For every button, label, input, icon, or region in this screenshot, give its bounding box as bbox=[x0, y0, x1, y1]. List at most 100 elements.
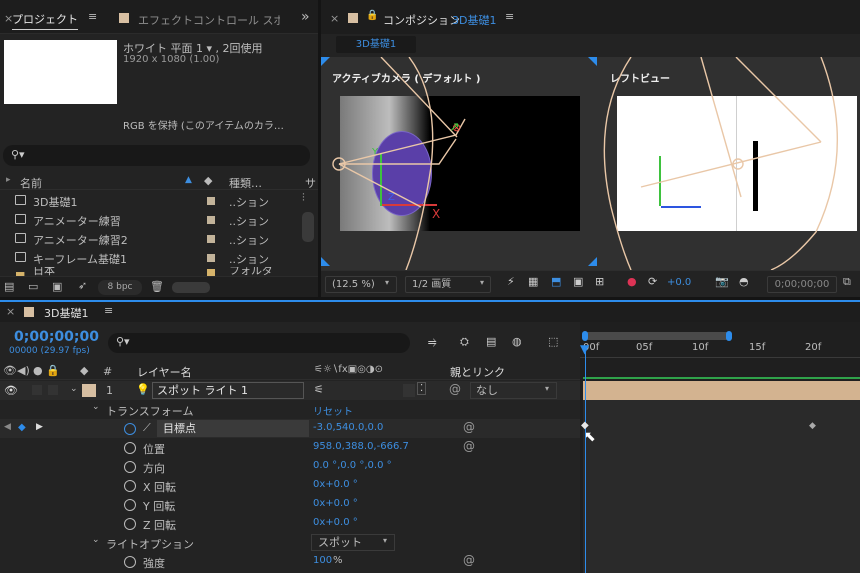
label-swatch[interactable] bbox=[207, 235, 215, 243]
audio-icon[interactable]: ◀) bbox=[17, 364, 30, 377]
list-item[interactable]: アニメーター練習2 ..ション bbox=[0, 229, 300, 248]
label-swatch[interactable] bbox=[207, 254, 215, 262]
stopwatch-icon[interactable] bbox=[124, 423, 136, 435]
parent-dropdown[interactable]: なし bbox=[470, 382, 557, 399]
comp-tab-name[interactable]: 3D基礎1 bbox=[452, 12, 496, 28]
light-options-chevron-down-icon[interactable]: ⌄ bbox=[92, 535, 100, 545]
new-folder-icon[interactable]: ▭ bbox=[28, 280, 38, 293]
parent-chevron-down-icon[interactable]: ▾ bbox=[545, 384, 549, 393]
keyframe-icon[interactable]: ◆ bbox=[809, 421, 816, 431]
zoom-chevron-down-icon[interactable]: ▾ bbox=[385, 278, 389, 287]
timeline-close-icon[interactable]: × bbox=[6, 305, 15, 318]
list-item[interactable]: キーフレーム基礎1 ..ション bbox=[0, 248, 300, 267]
sort-ascending-icon[interactable]: ▲ bbox=[185, 175, 192, 185]
work-area-start-handle[interactable] bbox=[582, 331, 588, 341]
resolution-dropdown[interactable]: 1/2 画質 bbox=[405, 276, 491, 293]
graph-icon[interactable]: ⟋ bbox=[143, 421, 151, 435]
prev-keyframe-icon[interactable]: ◀ bbox=[4, 422, 11, 432]
lock-icon[interactable]: 🔒 bbox=[366, 10, 378, 21]
pickwhip-icon[interactable]: @ bbox=[463, 439, 475, 453]
layer-lock-box[interactable] bbox=[48, 385, 58, 395]
frame-blending-icon[interactable]: ◍ bbox=[512, 335, 522, 348]
light-type-chevron-down-icon[interactable]: ▾ bbox=[383, 536, 387, 545]
layer-name-field[interactable]: スポット ライト 1 bbox=[152, 382, 304, 399]
color-management-icon[interactable]: ⟳ bbox=[648, 275, 657, 288]
playhead-marker-icon[interactable]: ▼ bbox=[580, 342, 589, 356]
property-value[interactable]: 0.0 °,0.0 °,0.0 ° bbox=[313, 460, 392, 471]
transform-group-row[interactable]: ⌄ トランスフォーム リセット bbox=[0, 400, 580, 419]
timeline-menu-icon[interactable]: ≡ bbox=[104, 304, 113, 317]
viewer-timecode[interactable]: 0;00;00;00 bbox=[767, 276, 837, 293]
solo-icon[interactable]: ● bbox=[33, 364, 43, 377]
switches-icons[interactable]: ⚟☼∖fx▣◎◑⊙ bbox=[314, 364, 383, 375]
light-options-group-row[interactable]: ⌄ ライトオプション スポット ▾ bbox=[0, 533, 580, 552]
layer-solo-box[interactable] bbox=[32, 385, 42, 395]
work-area-end-handle[interactable] bbox=[726, 331, 732, 341]
3d-layer-switch-icon[interactable]: ⁚ bbox=[417, 382, 427, 395]
pickwhip-icon[interactable]: @ bbox=[463, 553, 475, 567]
timeline-tab-title[interactable]: 3D基礎1 bbox=[44, 305, 88, 321]
render-queue-icon[interactable]: ➶ bbox=[78, 279, 87, 292]
draft-3d-icon[interactable]: ⛭ bbox=[460, 335, 469, 349]
grid-guides-icon[interactable]: ⊞ bbox=[595, 275, 604, 288]
stopwatch-icon[interactable] bbox=[124, 518, 136, 530]
property-value[interactable]: -3.0,540.0,0.0 bbox=[313, 422, 383, 433]
show-snapshot-icon[interactable]: ◓ bbox=[739, 275, 749, 288]
fast-preview-icon[interactable]: ⚡ bbox=[507, 275, 515, 288]
comp-menu-icon[interactable]: ≡ bbox=[505, 10, 514, 23]
timeline-search-input[interactable]: ⚲▾ bbox=[108, 333, 410, 353]
region-of-interest-icon[interactable]: ▣ bbox=[573, 275, 583, 288]
label-swatch[interactable] bbox=[207, 216, 215, 224]
label-tag-icon[interactable]: ◆ bbox=[80, 364, 88, 377]
shy-switch-icon[interactable]: ⚟ bbox=[314, 383, 324, 396]
next-keyframe-icon[interactable]: ▶ bbox=[36, 422, 43, 432]
property-row-y-rotation[interactable]: Y 回転 0x+0.0 ° bbox=[0, 495, 580, 514]
lock-column-icon[interactable]: 🔒 bbox=[46, 364, 60, 377]
playhead-line[interactable] bbox=[585, 352, 586, 573]
stopwatch-icon[interactable] bbox=[124, 461, 136, 473]
tab-project[interactable]: プロジェクト bbox=[12, 11, 78, 30]
twirl-down-chevron-icon[interactable]: ⌄ bbox=[70, 384, 78, 394]
project-scrollbar[interactable] bbox=[302, 212, 314, 242]
time-ruler[interactable]: 00f 05f 10f 15f 20f bbox=[580, 341, 860, 358]
timeline-timecode[interactable]: 0;00;00;00 bbox=[14, 329, 99, 345]
composition-mini-flowchart-icon[interactable]: ⥤ bbox=[428, 335, 437, 349]
layer-eye-icon[interactable]: 👁 bbox=[4, 384, 18, 397]
property-row-intensity[interactable]: 強度 100 % @ bbox=[0, 552, 580, 571]
transparency-grid-icon[interactable]: ▦ bbox=[528, 275, 538, 288]
bpc-button[interactable]: 8 bpc bbox=[98, 280, 142, 295]
new-composition-icon[interactable]: ▣ bbox=[52, 280, 62, 293]
list-item[interactable]: ▬ 日本 フォルダ bbox=[0, 267, 300, 276]
col-parent[interactable]: 親とリンク bbox=[450, 364, 505, 380]
property-value[interactable]: 0x+0.0 ° bbox=[313, 498, 358, 509]
property-row-orientation[interactable]: 方向 0.0 °,0.0 °,0.0 ° bbox=[0, 457, 580, 476]
comp-close-icon[interactable]: × bbox=[330, 12, 339, 25]
tab-effect-controls[interactable]: エフェクトコントロール スポット bbox=[138, 12, 280, 28]
property-row-position[interactable]: 位置 958.0,388.0,-666.7 @ bbox=[0, 438, 580, 457]
stopwatch-icon[interactable] bbox=[124, 556, 136, 568]
panel-expand-icon[interactable]: » bbox=[301, 9, 310, 25]
layer-label-swatch[interactable] bbox=[82, 384, 96, 397]
list-item[interactable]: 3D基礎1 ..ション bbox=[0, 191, 300, 210]
pickwhip-icon[interactable]: @ bbox=[463, 420, 475, 434]
property-row-point-of-interest[interactable]: ◀ ◆ ▶ ⟋ 目標点 -3.0,540.0,0.0 @ bbox=[0, 419, 580, 438]
tag-icon[interactable]: ◆ bbox=[204, 174, 212, 187]
comp-chip[interactable]: 3D基礎1 bbox=[336, 36, 416, 53]
shy-layers-icon[interactable]: ▤ bbox=[486, 335, 496, 348]
resolution-chevron-down-icon[interactable]: ▾ bbox=[480, 278, 484, 287]
col-type[interactable]: 種類… bbox=[229, 175, 262, 191]
property-value[interactable]: 0x+0.0 ° bbox=[313, 479, 358, 490]
mask-visibility-icon[interactable]: ⬒ bbox=[551, 275, 561, 288]
video-eye-icon[interactable]: 👁 bbox=[3, 364, 17, 377]
layer-row[interactable]: 👁 ⌄ 1 💡 スポット ライト 1 ⚟ ⁚ @ なし ▾ bbox=[0, 381, 580, 400]
exposure-value[interactable]: +0.0 bbox=[667, 277, 691, 288]
col-layer-name[interactable]: レイヤー名 bbox=[137, 364, 192, 380]
property-value[interactable]: 0x+0.0 ° bbox=[313, 517, 358, 528]
project-search-input[interactable]: ⚲▾ bbox=[3, 145, 310, 166]
label-swatch[interactable] bbox=[207, 269, 215, 276]
intensity-value[interactable]: 100 bbox=[313, 555, 332, 566]
property-value[interactable]: 958.0,388.0,-666.7 bbox=[313, 441, 409, 452]
col-name[interactable]: 名前 bbox=[20, 175, 42, 191]
property-row-z-rotation[interactable]: Z 回転 0x+0.0 ° bbox=[0, 514, 580, 533]
timeline-graph-area[interactable]: 00f 05f 10f 15f 20f ▼ ◆ ◆ ⬉ bbox=[580, 322, 860, 573]
